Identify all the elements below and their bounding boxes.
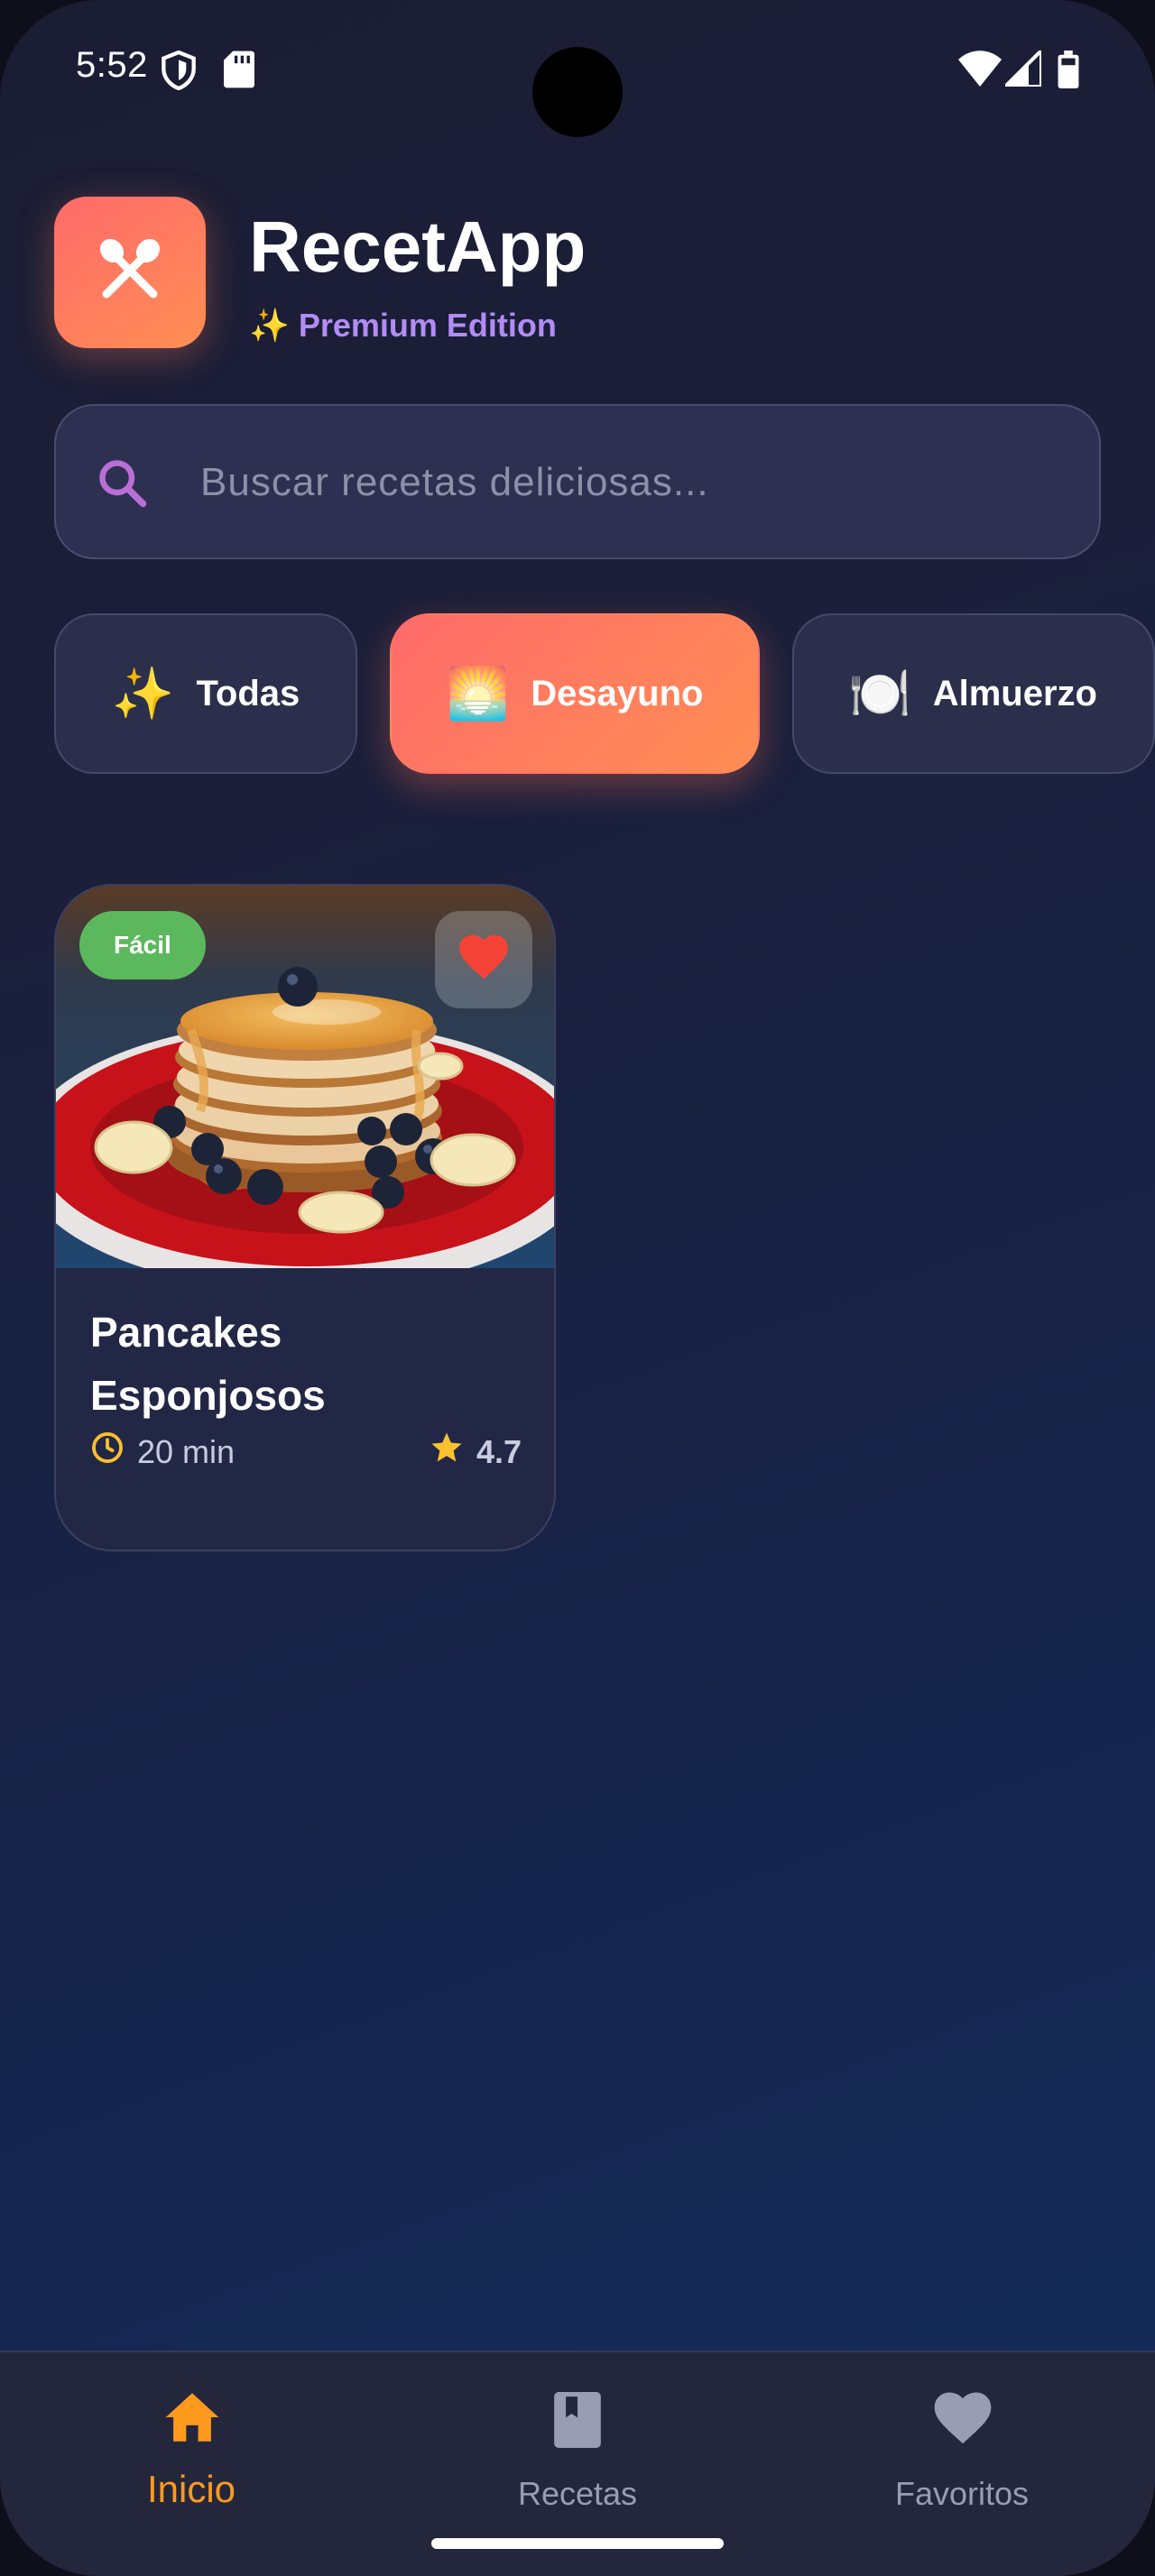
category-chip-desayuno[interactable]: 🌅 Desayuno: [390, 613, 760, 774]
signal-icon: [1001, 46, 1043, 91]
battery-icon: [1058, 51, 1079, 93]
wifi-icon: [958, 51, 1002, 91]
search-input[interactable]: [200, 451, 1067, 514]
home-indicator[interactable]: [431, 2538, 724, 2549]
search-icon: [96, 456, 150, 515]
nav-label-inicio: Inicio: [146, 2468, 236, 2510]
category-chip-label: Todas: [196, 673, 300, 713]
heart-icon: [458, 934, 509, 986]
nav-item-recetas[interactable]: Recetas: [442, 2374, 713, 2554]
recipe-time-label: 20 min: [137, 1432, 236, 1470]
status-bar: 5:52: [0, 0, 1155, 137]
app-title: RecetApp: [249, 207, 587, 287]
nav-label-favoritos: Favoritos: [894, 2475, 1030, 2512]
home-icon: [164, 2392, 220, 2447]
category-chip-almuerzo[interactable]: 🍽️ Almuerzo: [792, 613, 1155, 774]
clock-icon: [90, 1431, 125, 1473]
recipe-rating: 4.7: [430, 1431, 522, 1473]
sd-card-icon: [224, 51, 254, 93]
recipe-time: 20 min: [90, 1431, 235, 1473]
category-chip-todas[interactable]: ✨ Todas: [54, 613, 357, 774]
shield-icon: [161, 50, 197, 95]
front-camera: [532, 47, 623, 137]
app-logo: [54, 197, 206, 348]
app-subtitle: ✨ Premium Edition: [249, 307, 557, 344]
nav-item-inicio[interactable]: Inicio: [56, 2374, 327, 2554]
favorite-button[interactable]: [435, 911, 532, 1008]
search-bar[interactable]: [54, 404, 1101, 559]
recipe-card[interactable]: Fácil Pancakes Esponjosos 20 min 4.7: [54, 884, 556, 1551]
heart-icon: [933, 2392, 993, 2451]
category-chip-label: Desayuno: [531, 673, 704, 713]
star-icon: [430, 1431, 464, 1473]
book-icon: [554, 2392, 601, 2452]
sunrise-icon: 🌅: [446, 665, 510, 723]
nav-label-recetas: Recetas: [517, 2475, 638, 2512]
recipe-rating-value: 4.7: [476, 1432, 522, 1470]
phone-screen: 5:52 RecetApp ✨ Premium Edition Buscar r…: [0, 0, 1155, 2576]
status-time: 5:52: [76, 45, 148, 85]
category-chip-label: Almuerzo: [932, 673, 1097, 713]
recipe-title: Pancakes Esponjosos: [90, 1309, 326, 1419]
sparkles-icon: ✨: [111, 665, 175, 723]
nav-item-favoritos[interactable]: Favoritos: [827, 2374, 1097, 2554]
difficulty-badge: Fácil: [79, 911, 206, 980]
fork-spoon-icon: [94, 235, 166, 311]
plate-cutlery-icon: 🍽️: [848, 665, 911, 723]
